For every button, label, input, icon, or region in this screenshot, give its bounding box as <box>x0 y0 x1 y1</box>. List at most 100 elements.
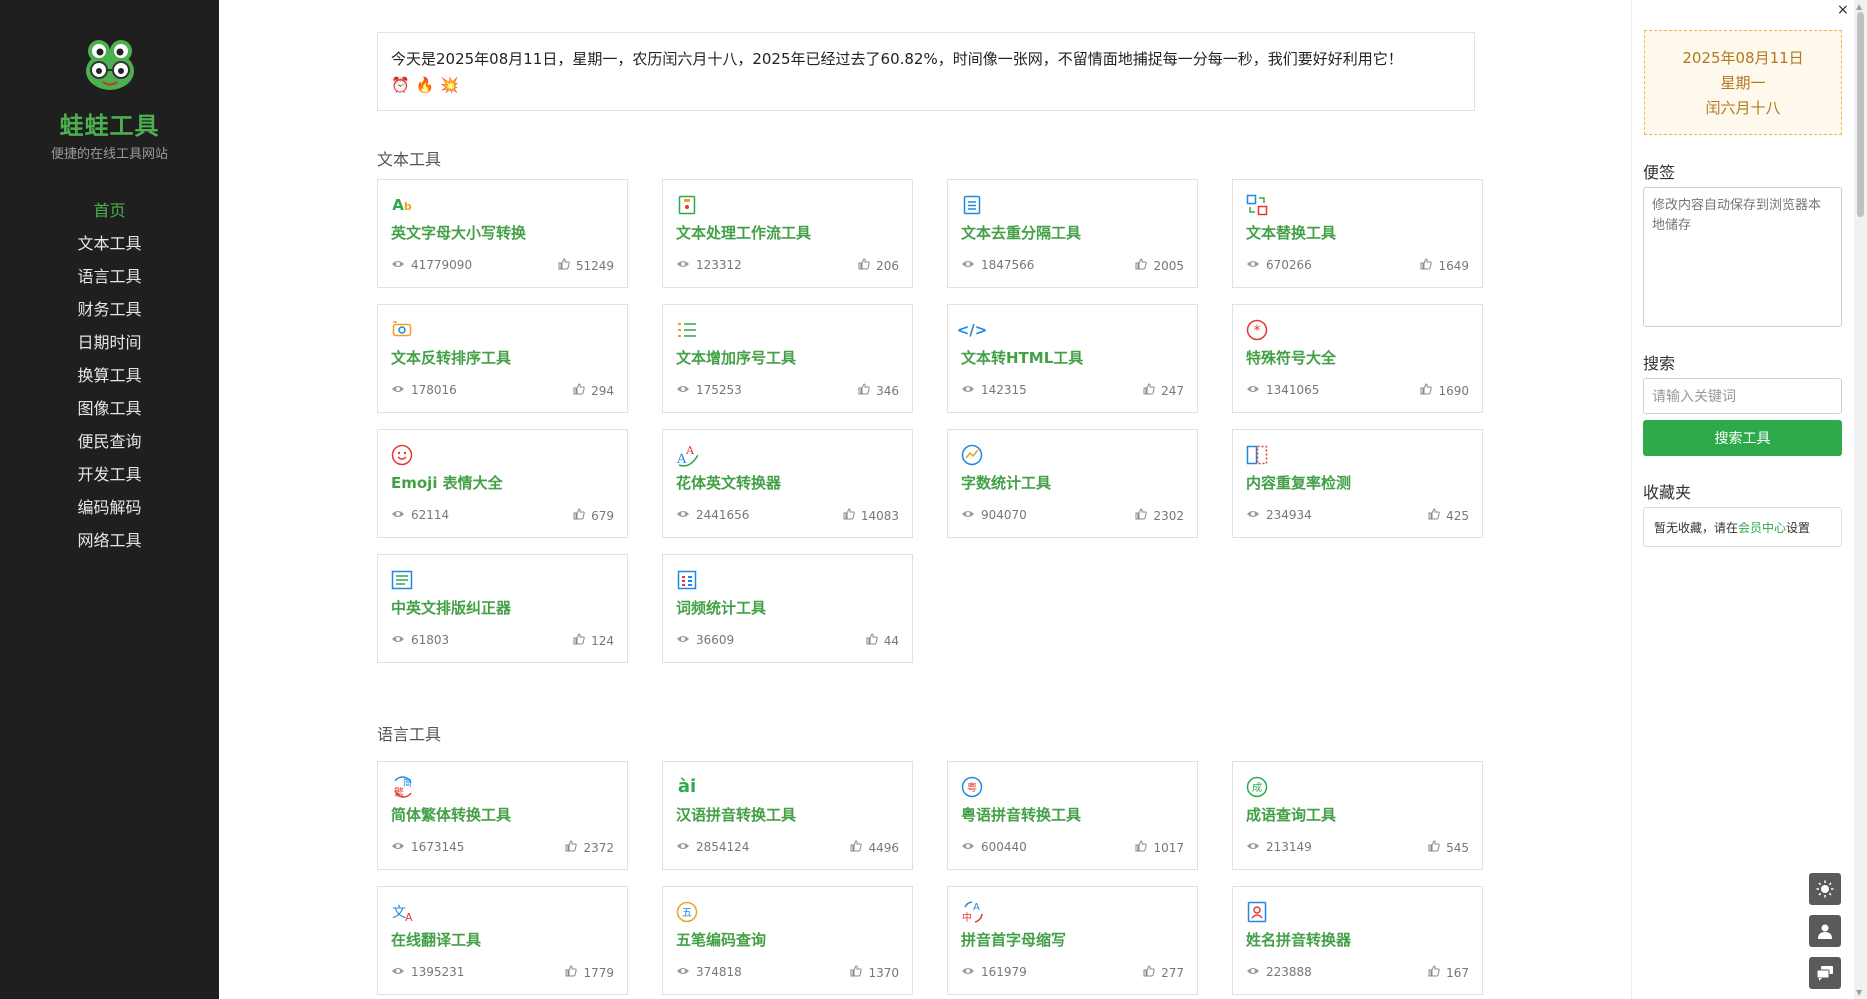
tool-name[interactable]: 在线翻译工具 <box>391 929 481 950</box>
tool-card[interactable]: * 特殊符号大全 1341065 1690 <box>1232 304 1483 413</box>
brand-name[interactable]: 蛙蛙工具 <box>0 106 219 141</box>
tool-card[interactable]: ài 汉语拼音转换工具 2854124 4496 <box>662 761 913 870</box>
tool-name[interactable]: 姓名拼音转换器 <box>1246 929 1351 950</box>
svg-text:A: A <box>685 444 695 457</box>
view-count: 904070 <box>961 508 1027 522</box>
scroll-thumb[interactable] <box>1857 12 1864 217</box>
like-button[interactable]: 247 <box>1143 383 1184 398</box>
like-button[interactable]: 425 <box>1428 508 1469 523</box>
like-count-value: 167 <box>1446 965 1469 980</box>
tool-card[interactable]: 五五笔编码查询 374818 1370 <box>662 886 913 995</box>
nav-item-language-tools[interactable]: 语言工具 <box>0 262 219 295</box>
tool-name[interactable]: 特殊符号大全 <box>1246 347 1336 368</box>
nav-item-public-query[interactable]: 便民查询 <box>0 427 219 460</box>
memo-textarea[interactable] <box>1643 187 1842 327</box>
like-button[interactable]: 4496 <box>850 840 899 855</box>
feedback-button[interactable] <box>1809 957 1841 989</box>
nav-item-conversion-tools[interactable]: 换算工具 <box>0 361 219 394</box>
like-button[interactable]: 51249 <box>558 258 614 273</box>
tool-name[interactable]: 汉语拼音转换工具 <box>676 804 796 825</box>
section-title-language-tools: 语言工具 <box>377 725 442 744</box>
user-button[interactable] <box>1809 915 1841 947</box>
like-button[interactable]: 1017 <box>1135 840 1184 855</box>
fire-icon: 🔥 <box>415 76 435 94</box>
close-icon[interactable]: × <box>1837 2 1849 18</box>
tool-name[interactable]: 文本去重分隔工具 <box>961 222 1081 243</box>
like-button[interactable]: 1649 <box>1420 258 1469 273</box>
nav-item-network-tools[interactable]: 网络工具 <box>0 526 219 559</box>
like-button[interactable]: 1779 <box>565 965 614 980</box>
tool-name[interactable]: 五笔编码查询 <box>676 929 766 950</box>
nav-item-date-time[interactable]: 日期时间 <box>0 328 219 361</box>
like-button[interactable]: 2372 <box>565 840 614 855</box>
tool-card[interactable]: 文本反转排序工具 178016 294 <box>377 304 628 413</box>
tool-card[interactable]: 粤粤语拼音转换工具 600440 1017 <box>947 761 1198 870</box>
like-button[interactable]: 1690 <box>1420 383 1469 398</box>
like-button[interactable]: 2302 <box>1135 508 1184 523</box>
tool-name[interactable]: 中英文排版纠正器 <box>391 597 511 618</box>
tool-card[interactable]: Ab 英文字母大小写转换 41779090 51249 <box>377 179 628 288</box>
like-button[interactable]: 545 <box>1428 840 1469 855</box>
daily-notice: 今天是2025年08月11日，星期一，农历闰六月十八，2025年已经过去了60.… <box>377 32 1475 111</box>
frog-logo-icon[interactable] <box>85 37 135 91</box>
tool-card[interactable]: 文本增加序号工具 175253 346 <box>662 304 913 413</box>
tool-name[interactable]: 文本反转排序工具 <box>391 347 511 368</box>
tool-name[interactable]: 英文字母大小写转换 <box>391 222 526 243</box>
like-button[interactable]: 277 <box>1143 965 1184 980</box>
nav-item-home[interactable]: 首页 <box>0 196 219 229</box>
tool-name[interactable]: Emoji 表情大全 <box>391 472 503 493</box>
notice-emojis: ⏰ 🔥 💥 <box>391 73 1461 98</box>
tool-name[interactable]: 简体繁体转换工具 <box>391 804 511 825</box>
tool-name[interactable]: 文本处理工作流工具 <box>676 222 811 243</box>
tool-card[interactable]: 文 A 在线翻译工具 1395231 1779 <box>377 886 628 995</box>
search-input[interactable]: 请输入关键词 <box>1643 378 1842 414</box>
tool-card[interactable]: 字数统计工具 904070 2302 <box>947 429 1198 538</box>
like-button[interactable]: 294 <box>573 383 614 398</box>
like-button[interactable]: 124 <box>573 633 614 648</box>
nav-item-text-tools[interactable]: 文本工具 <box>0 229 219 262</box>
favorites-title: 收藏夹 <box>1643 483 1692 502</box>
tool-name[interactable]: 文本替换工具 <box>1246 222 1336 243</box>
tool-name[interactable]: 文本转HTML工具 <box>961 347 1083 368</box>
like-button[interactable]: 44 <box>866 633 899 648</box>
tool-card[interactable]: Emoji 表情大全 62114 679 <box>377 429 628 538</box>
tool-card[interactable]: 文本去重分隔工具 1847566 2005 <box>947 179 1198 288</box>
tool-name[interactable]: 拼音首字母缩写 <box>961 929 1066 950</box>
nav-item-dev-tools[interactable]: 开发工具 <box>0 460 219 493</box>
tool-name[interactable]: 成语查询工具 <box>1246 804 1336 825</box>
tool-card[interactable]: 成成语查询工具 213149 545 <box>1232 761 1483 870</box>
tool-card[interactable]: 文本替换工具 670266 1649 <box>1232 179 1483 288</box>
tool-name[interactable]: 内容重复率检测 <box>1246 472 1351 493</box>
tool-name[interactable]: 词频统计工具 <box>676 597 766 618</box>
tool-card[interactable]: 词频统计工具 36609 44 <box>662 554 913 663</box>
tool-card[interactable]: A A 花体英文转换器 2441656 14083 <box>662 429 913 538</box>
scroll-up-icon[interactable]: ▲ <box>1856 2 1862 11</box>
tool-name[interactable]: 文本增加序号工具 <box>676 347 796 368</box>
view-count-value: 374818 <box>696 965 742 979</box>
like-button[interactable]: 1370 <box>850 965 899 980</box>
tool-card[interactable]: 中英文排版纠正器 61803 124 <box>377 554 628 663</box>
tool-card[interactable]: 中 A 拼音首字母缩写 161979 277 <box>947 886 1198 995</box>
tool-card[interactable]: 姓名拼音转换器 223888 167 <box>1232 886 1483 995</box>
like-button[interactable]: 206 <box>858 258 899 273</box>
nav-item-finance-tools[interactable]: 财务工具 <box>0 295 219 328</box>
tool-name[interactable]: 花体英文转换器 <box>676 472 781 493</box>
tool-name[interactable]: 字数统计工具 <box>961 472 1051 493</box>
theme-toggle-button[interactable] <box>1809 873 1841 905</box>
like-button[interactable]: 679 <box>573 508 614 523</box>
search-button[interactable]: 搜索工具 <box>1643 420 1842 456</box>
tool-card[interactable]: 内容重复率检测 234934 425 <box>1232 429 1483 538</box>
scroll-down-icon[interactable]: ▼ <box>1856 988 1862 997</box>
like-count-value: 2005 <box>1153 258 1184 273</box>
tool-card[interactable]: 繁简简体繁体转换工具 1673145 2372 <box>377 761 628 870</box>
like-button[interactable]: 346 <box>858 383 899 398</box>
tool-name[interactable]: 粤语拼音转换工具 <box>961 804 1081 825</box>
member-center-link[interactable]: 会员中心 <box>1738 519 1786 536</box>
nav-item-image-tools[interactable]: 图像工具 <box>0 394 219 427</box>
nav-item-encode-decode[interactable]: 编码解码 <box>0 493 219 526</box>
tool-card[interactable]: </> 文本转HTML工具 142315 247 <box>947 304 1198 413</box>
like-button[interactable]: 14083 <box>843 508 899 523</box>
like-button[interactable]: 167 <box>1428 965 1469 980</box>
like-button[interactable]: 2005 <box>1135 258 1184 273</box>
tool-card[interactable]: 文本处理工作流工具 123312 206 <box>662 179 913 288</box>
